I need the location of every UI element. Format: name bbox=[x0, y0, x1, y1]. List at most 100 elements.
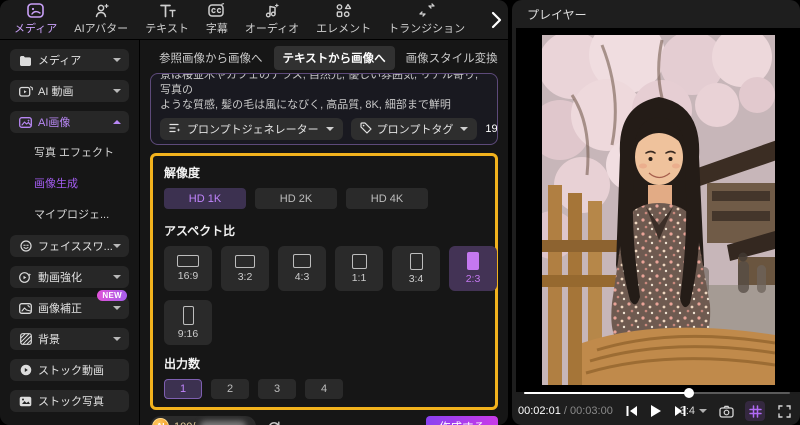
play-button[interactable] bbox=[650, 404, 662, 418]
create-button[interactable]: 作成する bbox=[426, 416, 498, 425]
aspect-1-1-label: 1:1 bbox=[351, 271, 367, 284]
aspect-3-2-tile[interactable]: 3:2 bbox=[221, 246, 269, 291]
credits-count: 100/ bbox=[174, 421, 195, 425]
sidebar-item-media[interactable]: メディア bbox=[10, 49, 129, 71]
aspect-4-3-tile[interactable]: 4:3 bbox=[278, 246, 326, 291]
sidebar-item-video-enhance[interactable]: 動画強化 bbox=[10, 266, 129, 288]
player-viewport bbox=[516, 28, 800, 392]
aspect-16-9-tile[interactable]: 16:9 bbox=[164, 246, 212, 291]
sidebar-item-label: ストック動画 bbox=[38, 365, 104, 377]
output-count-options: 1 2 3 4 bbox=[164, 379, 484, 399]
face-swap-icon bbox=[18, 240, 33, 252]
resolution-options: HD 1K HD 2K HD 4K bbox=[164, 188, 484, 209]
prompt-box[interactable]: 景は桜並木やカフェのテラス, 自然光, 優しい雰囲気, リアル寄り, 写真の よ… bbox=[150, 73, 498, 145]
chevron-down-icon bbox=[113, 89, 121, 93]
seek-bar[interactable] bbox=[524, 388, 790, 398]
sidebar-item-stock-video[interactable]: ストック動画 bbox=[10, 359, 129, 381]
snapshot-camera-icon[interactable] bbox=[716, 401, 736, 421]
ai-coin-icon: AI bbox=[152, 418, 169, 425]
toolbar-item-elements[interactable]: エレメント bbox=[316, 3, 371, 36]
chevron-down-icon bbox=[699, 409, 707, 413]
sidebar-item-ai-image[interactable]: AI画像 bbox=[10, 111, 129, 133]
prompt-generator-icon bbox=[169, 123, 182, 136]
output-count-4-button[interactable]: 4 bbox=[305, 379, 343, 399]
prompt-tag-button[interactable]: プロンプトタグ bbox=[350, 118, 478, 140]
ai-avatar-icon bbox=[93, 3, 110, 18]
preview-image bbox=[541, 35, 775, 385]
aspect-3-4-tile[interactable]: 3:4 bbox=[392, 246, 440, 291]
resolution-label: 解像度 bbox=[164, 166, 201, 180]
sidebar-item-image-generation[interactable]: 画像生成 bbox=[10, 173, 129, 193]
output-count-3-button[interactable]: 3 bbox=[258, 379, 296, 399]
toolbar-item-label: AIアバター bbox=[74, 23, 129, 35]
sidebar-item-label: 画像補正 bbox=[38, 303, 82, 315]
resolution-hd1k-button[interactable]: HD 1K bbox=[164, 188, 246, 209]
next-frame-button[interactable] bbox=[675, 405, 686, 417]
sidebar-item-photo-effect[interactable]: 写真 エフェクト bbox=[10, 142, 129, 162]
resolution-hd4k-button[interactable]: HD 4K bbox=[346, 188, 428, 209]
sidebar-item-my-projects[interactable]: マイプロジェ... bbox=[10, 204, 129, 224]
folder-icon bbox=[18, 55, 33, 66]
aspect-3-4-label: 3:4 bbox=[408, 272, 424, 285]
prompt-generator-label: プロンプトジェネレーター bbox=[187, 124, 319, 136]
time-total: / 00:03:00 bbox=[560, 405, 613, 417]
aspect-16-9-label: 16:9 bbox=[177, 270, 199, 282]
tab-style-transfer[interactable]: 画像スタイル変換 bbox=[397, 46, 507, 70]
chevron-down-icon bbox=[113, 337, 121, 341]
chevron-down-icon bbox=[113, 275, 121, 279]
aspect-3-2-shape-icon bbox=[235, 254, 255, 268]
elements-icon bbox=[335, 3, 352, 18]
sidebar: メディア AI 動画 AI画像 写真 エフェクト 画像生成 マイプロジェ... … bbox=[0, 40, 140, 425]
output-count-2-button[interactable]: 2 bbox=[211, 379, 249, 399]
sidebar-item-background[interactable]: 背景 bbox=[10, 328, 129, 350]
ai-credits-pill[interactable]: AI 100/ bbox=[150, 416, 257, 425]
seek-played bbox=[524, 392, 689, 394]
sidebar-item-ai-video[interactable]: AI 動画 bbox=[10, 80, 129, 102]
previous-frame-button[interactable] bbox=[626, 405, 637, 417]
sidebar-item-label: 写真 エフェクト bbox=[34, 147, 115, 159]
toolbar-item-audio[interactable]: オーディオ bbox=[245, 3, 299, 36]
player-title: プレイヤー bbox=[527, 7, 587, 22]
chevron-up-icon bbox=[113, 120, 121, 124]
refresh-icon[interactable] bbox=[267, 420, 281, 425]
tab-reference-to-image[interactable]: 参照画像から画像へ bbox=[150, 46, 272, 70]
aspect-9-16-shape-icon bbox=[182, 305, 194, 325]
main-content: 参照画像から画像へ テキストから画像へ 画像スタイル変換 景は桜並木やカフェのテ… bbox=[140, 40, 508, 425]
stock-photo-icon bbox=[18, 396, 33, 407]
aspect-1-1-tile[interactable]: 1:1 bbox=[335, 246, 383, 291]
tab-text-to-image[interactable]: テキストから画像へ bbox=[273, 46, 395, 70]
toolbar-item-label: メディア bbox=[14, 23, 58, 35]
aspect-9-16-label: 9:16 bbox=[177, 327, 199, 340]
prompt-generator-button[interactable]: プロンプトジェネレーター bbox=[160, 118, 343, 140]
aspect-2-3-shape-icon bbox=[467, 252, 479, 270]
timecode: 00:02:01 / 00:03:00 bbox=[518, 405, 613, 417]
aspect-9-16-tile[interactable]: 9:16 bbox=[164, 300, 212, 345]
chevron-down-icon bbox=[460, 127, 469, 131]
output-count-1-button[interactable]: 1 bbox=[164, 379, 202, 399]
toolbar-item-transitions[interactable]: トランジション bbox=[388, 3, 465, 36]
background-icon bbox=[18, 333, 33, 345]
toolbar-item-ai-avatar[interactable]: AIアバター bbox=[74, 3, 128, 36]
aspect-3-2-label: 3:2 bbox=[237, 270, 253, 283]
toolbar-expand-chevron-icon[interactable] bbox=[491, 11, 502, 29]
sidebar-item-face-swap[interactable]: フェイススワ... bbox=[10, 235, 129, 257]
player-panel: プレイヤー 00:02:01 / 00:03:00 3:4 bbox=[512, 0, 800, 425]
toolbar-item-text[interactable]: テキスト bbox=[145, 3, 189, 36]
prompt-textarea[interactable]: 景は桜並木やカフェのテラス, 自然光, 優しい雰囲気, リアル寄り, 写真の よ… bbox=[151, 74, 497, 114]
seek-handle[interactable] bbox=[683, 388, 694, 398]
media-icon bbox=[27, 3, 44, 18]
toolbar-item-label: トランジション bbox=[388, 23, 466, 35]
aspect-16-9-shape-icon bbox=[177, 255, 199, 267]
sidebar-item-label: フェイススワ... bbox=[38, 241, 113, 253]
grid-overlay-icon[interactable] bbox=[745, 401, 765, 421]
top-toolbar: メディア AIアバター テキスト 字幕 オーディオ エレメント トランジション bbox=[0, 0, 508, 40]
sidebar-item-stock-photo[interactable]: ストック写真 bbox=[10, 390, 129, 412]
sidebar-item-image-correction[interactable]: 画像補正 NEW bbox=[10, 290, 129, 319]
sidebar-item-label: AI 動画 bbox=[38, 86, 74, 98]
aspect-2-3-tile[interactable]: 2:3 bbox=[449, 246, 497, 291]
toolbar-item-media[interactable]: メディア bbox=[14, 3, 57, 36]
fullscreen-icon[interactable] bbox=[774, 401, 794, 421]
chevron-down-icon bbox=[325, 127, 334, 131]
resolution-hd2k-button[interactable]: HD 2K bbox=[255, 188, 337, 209]
toolbar-item-subtitles[interactable]: 字幕 bbox=[206, 3, 228, 36]
